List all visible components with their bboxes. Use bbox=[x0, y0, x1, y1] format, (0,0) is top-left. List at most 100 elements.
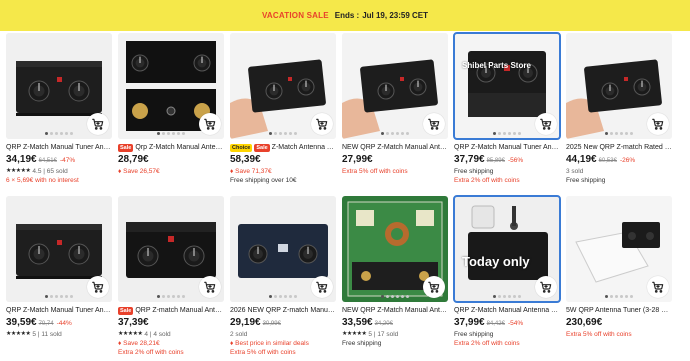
carousel-dot[interactable] bbox=[172, 295, 175, 298]
carousel-dot[interactable] bbox=[605, 132, 608, 135]
carousel-dot[interactable] bbox=[182, 295, 185, 298]
carousel-dot[interactable] bbox=[381, 132, 384, 135]
carousel-dot[interactable] bbox=[167, 295, 170, 298]
add-to-cart-button[interactable] bbox=[535, 276, 557, 298]
carousel-dot[interactable] bbox=[269, 132, 272, 135]
carousel-dot[interactable] bbox=[284, 295, 287, 298]
product-image[interactable] bbox=[342, 33, 448, 139]
product-image[interactable] bbox=[6, 33, 112, 139]
carousel-dot[interactable] bbox=[401, 295, 404, 298]
carousel-dot[interactable] bbox=[182, 132, 185, 135]
carousel-dot[interactable] bbox=[508, 295, 511, 298]
product-card[interactable]: Choice Sale Z-Match Antenna Tuner 58,39€… bbox=[230, 33, 336, 196]
carousel-dot[interactable] bbox=[620, 295, 623, 298]
product-title-row[interactable]: 5W QRP Antenna Tuner (3-28 MHz) bbox=[566, 306, 672, 316]
carousel-dot[interactable] bbox=[55, 295, 58, 298]
carousel-dot[interactable] bbox=[396, 132, 399, 135]
carousel-dot[interactable] bbox=[518, 132, 521, 135]
carousel-dot[interactable] bbox=[167, 132, 170, 135]
product-image[interactable] bbox=[230, 196, 336, 302]
carousel-dot[interactable] bbox=[391, 295, 394, 298]
add-to-cart-button[interactable] bbox=[311, 276, 333, 298]
carousel-dot[interactable] bbox=[508, 132, 511, 135]
carousel-dot[interactable] bbox=[162, 132, 165, 135]
product-title-row[interactable]: QRP Z-Match Manual Antenna Tuner bbox=[454, 306, 560, 316]
carousel-dot[interactable] bbox=[55, 132, 58, 135]
product-title-row[interactable]: Sale Qrp Z-Match Manual Antenna Tuner bbox=[118, 143, 224, 153]
product-image[interactable] bbox=[566, 196, 672, 302]
product-card[interactable]: Shibel Parts Store QRP Z-Match Manual Tu… bbox=[453, 32, 561, 196]
carousel-dot[interactable] bbox=[162, 295, 165, 298]
carousel-dot[interactable] bbox=[610, 132, 613, 135]
carousel-dot[interactable] bbox=[274, 295, 277, 298]
carousel-dot[interactable] bbox=[610, 295, 613, 298]
carousel-dot[interactable] bbox=[386, 295, 389, 298]
carousel-dot[interactable] bbox=[289, 132, 292, 135]
carousel-dot[interactable] bbox=[391, 132, 394, 135]
carousel-dot[interactable] bbox=[294, 295, 297, 298]
carousel-dot[interactable] bbox=[493, 295, 496, 298]
carousel-dot[interactable] bbox=[50, 132, 53, 135]
product-title[interactable]: QRP Z-Match Manual Antenna Tuner bbox=[454, 306, 560, 316]
add-to-cart-button[interactable] bbox=[199, 113, 221, 135]
add-to-cart-button[interactable] bbox=[87, 113, 109, 135]
carousel-dot[interactable] bbox=[406, 132, 409, 135]
carousel-dot[interactable] bbox=[269, 295, 272, 298]
carousel-dot[interactable] bbox=[60, 295, 63, 298]
carousel-dot[interactable] bbox=[615, 295, 618, 298]
carousel-dot[interactable] bbox=[294, 132, 297, 135]
carousel-dot[interactable] bbox=[70, 132, 73, 135]
carousel-dot[interactable] bbox=[625, 295, 628, 298]
carousel-dot[interactable] bbox=[518, 295, 521, 298]
carousel-dot[interactable] bbox=[498, 132, 501, 135]
carousel-dot[interactable] bbox=[157, 295, 160, 298]
carousel-dot[interactable] bbox=[381, 295, 384, 298]
product-title[interactable]: 2026 NEW QRP Z-match Manual Antenna bbox=[230, 306, 336, 316]
carousel-dot[interactable] bbox=[177, 295, 180, 298]
product-card[interactable]: 2025 New QRP Z-match Rated Power 44,19€ … bbox=[566, 33, 672, 196]
product-image[interactable] bbox=[118, 196, 224, 302]
carousel-dot[interactable] bbox=[630, 132, 633, 135]
carousel-dot[interactable] bbox=[65, 295, 68, 298]
carousel-dot[interactable] bbox=[279, 295, 282, 298]
product-title[interactable]: 5W QRP Antenna Tuner (3-28 MHz) bbox=[566, 306, 672, 316]
product-image[interactable] bbox=[566, 33, 672, 139]
product-title-row[interactable]: QRP Z-Match Manual Tuner Antenna bbox=[6, 306, 112, 316]
carousel-dot[interactable] bbox=[396, 295, 399, 298]
add-to-cart-button[interactable] bbox=[647, 113, 669, 135]
product-card[interactable]: NEW QRP Z-Match Manual Antenna 33,59€ 34… bbox=[342, 196, 448, 359]
carousel-dot[interactable] bbox=[45, 132, 48, 135]
product-title[interactable]: NEW QRP Z-Match Manual Antenna bbox=[342, 143, 448, 153]
add-to-cart-button[interactable] bbox=[423, 113, 445, 135]
product-title-row[interactable]: NEW QRP Z-Match Manual Antenna bbox=[342, 143, 448, 153]
product-title[interactable]: Z-Match Antenna Tuner bbox=[272, 143, 336, 153]
product-title-row[interactable]: QRP Z-Match Manual Tuner Antenna bbox=[6, 143, 112, 153]
carousel-dot[interactable] bbox=[630, 295, 633, 298]
product-card[interactable]: QRP Z-Match Manual Tuner Antenna 34,19€ … bbox=[6, 33, 112, 196]
product-image[interactable]: Shibel Parts Store bbox=[453, 32, 561, 140]
product-image[interactable] bbox=[6, 196, 112, 302]
carousel-dot[interactable] bbox=[503, 132, 506, 135]
product-card[interactable]: 5W QRP Antenna Tuner (3-28 MHz) 230,69€ … bbox=[566, 196, 672, 359]
carousel-dot[interactable] bbox=[157, 132, 160, 135]
product-image[interactable] bbox=[230, 33, 336, 139]
product-title-row[interactable]: Choice Sale Z-Match Antenna Tuner bbox=[230, 143, 336, 153]
product-title[interactable]: QRP Z-Match Manual Tuner Antenna bbox=[6, 306, 112, 316]
add-to-cart-button[interactable] bbox=[311, 113, 333, 135]
add-to-cart-button[interactable] bbox=[199, 276, 221, 298]
carousel-dot[interactable] bbox=[274, 132, 277, 135]
promo-banner[interactable]: VACATION SALE Ends : Jul 19, 23:59 CET bbox=[0, 0, 690, 31]
product-title[interactable]: Qrp Z-Match Manual Antenna Tuner bbox=[135, 143, 224, 153]
add-to-cart-button[interactable] bbox=[423, 276, 445, 298]
carousel-dot[interactable] bbox=[65, 132, 68, 135]
product-card[interactable]: Today only QRP Z-Match Manual Antenna Tu… bbox=[453, 195, 561, 359]
carousel-dot[interactable] bbox=[493, 132, 496, 135]
product-title[interactable]: QRP Z-Match Manual Tuner Antenna bbox=[454, 143, 560, 153]
carousel-dot[interactable] bbox=[50, 295, 53, 298]
product-card[interactable]: QRP Z-Match Manual Tuner Antenna 39,59€ … bbox=[6, 196, 112, 359]
carousel-dot[interactable] bbox=[386, 132, 389, 135]
product-title-row[interactable]: 2025 New QRP Z-match Rated Power bbox=[566, 143, 672, 153]
product-image[interactable]: Today only bbox=[453, 195, 561, 303]
carousel-dot[interactable] bbox=[279, 132, 282, 135]
product-title-row[interactable]: NEW QRP Z-Match Manual Antenna bbox=[342, 306, 448, 316]
